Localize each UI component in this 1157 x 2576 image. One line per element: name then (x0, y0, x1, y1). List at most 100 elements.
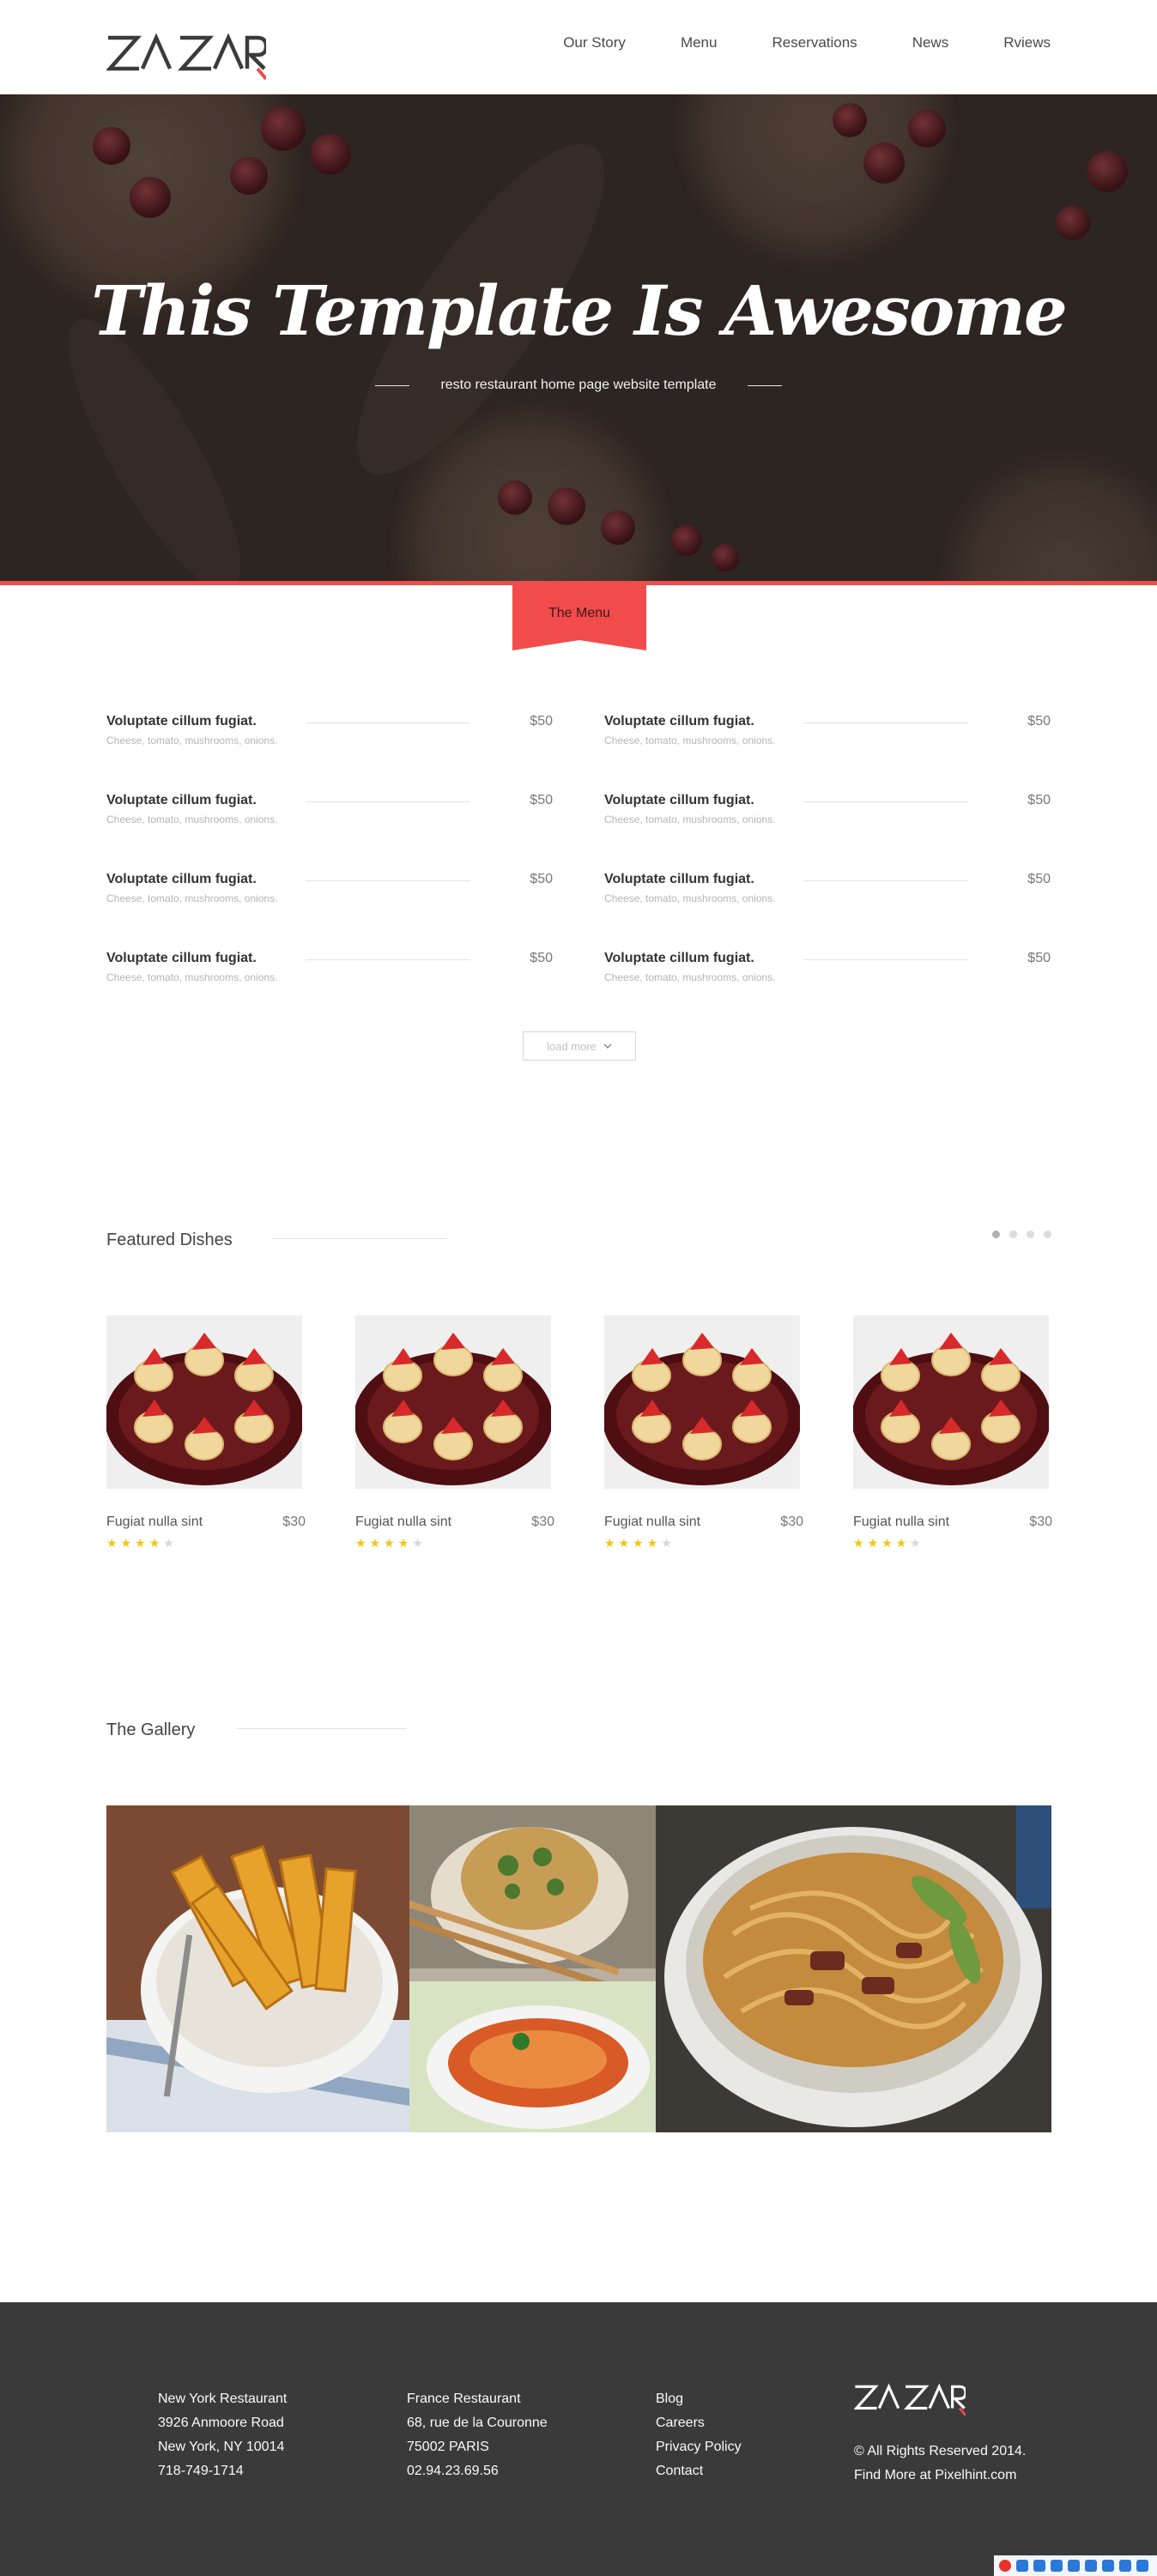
nav-our-story[interactable]: Our Story (563, 34, 626, 51)
footer-text: New York Restaurant (158, 2392, 288, 2406)
nav-news[interactable]: News (912, 34, 949, 51)
footer-address-ny: New York Restaurant 3926 Anmoore Road Ne… (158, 2387, 287, 2483)
menu-item: Voluptate cillum fugiat. Cheese, tomato,… (604, 793, 1051, 836)
star-rating: ★ ★ ★ ★ ★ (604, 1537, 672, 1549)
hero-subtitle-row: resto restaurant home page website templ… (0, 378, 1157, 393)
menu-item-description: Cheese, tomato, mushrooms, onions. (604, 813, 776, 825)
ime-toolbar (994, 2555, 1157, 2576)
divider (375, 384, 410, 386)
microphone-icon[interactable] (1068, 2560, 1080, 2572)
dish-image (853, 1315, 1049, 1489)
ime-logo-icon[interactable] (999, 2560, 1011, 2572)
dish-name: Fugiat nulla sint (604, 1515, 701, 1529)
star-icon: ★ (384, 1536, 395, 1550)
menu-item-description: Cheese, tomato, mushrooms, onions. (604, 971, 776, 983)
menu-item-name: Voluptate cillum fugiat. (604, 872, 754, 886)
keyboard-icon[interactable] (1085, 2560, 1097, 2572)
menu-item: Voluptate cillum fugiat. Cheese, tomato,… (604, 714, 1051, 757)
dish-card[interactable]: Fugiat nulla sint $30 ★ ★ ★ ★ ★ (355, 1315, 554, 1556)
nav-menu-link[interactable]: Menu (681, 34, 718, 51)
gallery-image[interactable] (106, 1805, 409, 2132)
menu-item-name: Voluptate cillum fugiat. (106, 951, 257, 965)
menu-item-description: Cheese, tomato, mushrooms, onions. (604, 892, 776, 904)
pixelhint-link[interactable]: Find More at Pixelhint.com (854, 2464, 1026, 2488)
dish-price: $30 (531, 1515, 554, 1529)
grid-icon[interactable] (1136, 2560, 1148, 2572)
dish-image (106, 1315, 302, 1489)
menu-item: Voluptate cillum fugiat. Cheese, tomato,… (106, 872, 553, 915)
star-icon: ★ (604, 1536, 615, 1550)
load-more-button[interactable]: load more (523, 1031, 636, 1061)
menu-item-name: Voluptate cillum fugiat. (604, 714, 754, 729)
star-icon: ★ (881, 1536, 893, 1550)
footer-link-careers[interactable]: Careers (656, 2411, 742, 2435)
carousel-dot[interactable] (992, 1231, 1000, 1238)
menu-item-price: $50 (530, 951, 553, 965)
star-icon: ★ (867, 1536, 879, 1550)
star-icon: ★ (148, 1536, 161, 1550)
menu-tab-label: The Menu (548, 606, 611, 620)
gallery-grid (106, 1805, 1051, 2132)
menu-item-price: $50 (1027, 872, 1051, 886)
star-icon: ★ (618, 1536, 630, 1550)
gallery-image[interactable] (409, 1805, 656, 2132)
nav-menu: Our Story Menu Reservations News Rviews (508, 34, 1051, 51)
star-empty-icon: ★ (910, 1536, 921, 1550)
carousel-dot[interactable] (1009, 1231, 1017, 1238)
star-icon: ★ (369, 1536, 381, 1550)
carousel-dots (992, 1231, 1051, 1238)
ime-moon-icon[interactable] (1033, 2560, 1045, 2572)
divider (273, 1238, 446, 1239)
menu-item-description: Cheese, tomato, mushrooms, onions. (106, 892, 278, 904)
star-empty-icon: ★ (661, 1536, 672, 1550)
footer-copyright: © All Rights Reserved 2014. Find More at… (854, 2440, 1026, 2488)
divider (803, 880, 968, 881)
gallery-image[interactable] (656, 1805, 1051, 2132)
dish-price: $30 (780, 1515, 803, 1529)
menu-item-description: Cheese, tomato, mushrooms, onions. (106, 735, 278, 747)
user-icon[interactable] (1102, 2560, 1114, 2572)
star-icon: ★ (135, 1536, 146, 1550)
carousel-dot[interactable] (1027, 1231, 1034, 1238)
logo[interactable] (106, 31, 266, 81)
dish-card[interactable]: Fugiat nulla sint $30 ★ ★ ★ ★ ★ (853, 1315, 1052, 1556)
footer-logo[interactable] (854, 2379, 966, 2419)
load-more-label: load more (547, 1039, 597, 1053)
nav-reservations[interactable]: Reservations (772, 34, 857, 51)
menu-item-description: Cheese, tomato, mushrooms, onions. (106, 813, 278, 825)
menu-item-name: Voluptate cillum fugiat. (106, 793, 257, 807)
dish-price: $30 (282, 1515, 306, 1529)
dish-name: Fugiat nulla sint (106, 1515, 203, 1529)
top-navigation: Our Story Menu Reservations News Rviews (0, 0, 1157, 94)
ime-punctuation-icon[interactable] (1051, 2560, 1063, 2572)
dish-name: Fugiat nulla sint (853, 1515, 950, 1529)
divider (306, 959, 470, 960)
footer-phone: 02.94.23.69.56 (407, 2464, 499, 2478)
star-icon: ★ (646, 1536, 658, 1550)
hero-banner: This Template Is Awesome resto restauran… (0, 94, 1157, 584)
ime-chinese-icon[interactable] (1016, 2560, 1028, 2572)
hero-subtitle: resto restaurant home page website templ… (440, 378, 717, 392)
menu-item: Voluptate cillum fugiat. Cheese, tomato,… (106, 793, 553, 836)
divider (306, 880, 470, 881)
menu-item-price: $50 (530, 872, 553, 886)
star-empty-icon: ★ (163, 1536, 174, 1550)
menu-item: Voluptate cillum fugiat. Cheese, tomato,… (106, 951, 553, 994)
footer-link-contact[interactable]: Contact (656, 2459, 742, 2483)
menu-item-name: Voluptate cillum fugiat. (604, 951, 754, 965)
nav-reviews[interactable]: Rviews (1003, 34, 1051, 51)
footer-text: 68, rue de la Couronne (407, 2416, 548, 2430)
dish-card[interactable]: Fugiat nulla sint $30 ★ ★ ★ ★ ★ (106, 1315, 306, 1556)
menu-item-description: Cheese, tomato, mushrooms, onions. (604, 735, 776, 747)
carousel-dot[interactable] (1044, 1231, 1051, 1238)
dish-card[interactable]: Fugiat nulla sint $30 ★ ★ ★ ★ ★ (604, 1315, 803, 1556)
footer-link-blog[interactable]: Blog (656, 2387, 742, 2411)
dish-image (604, 1315, 800, 1489)
menu-item: Voluptate cillum fugiat. Cheese, tomato,… (106, 714, 553, 757)
menu-section-tab: The Menu (512, 584, 646, 650)
star-rating: ★ ★ ★ ★ ★ (106, 1537, 174, 1549)
shirt-icon[interactable] (1119, 2560, 1131, 2572)
footer-text: New York, NY 10014 (158, 2440, 285, 2454)
star-rating: ★ ★ ★ ★ ★ (355, 1537, 423, 1549)
footer-link-privacy[interactable]: Privacy Policy (656, 2435, 742, 2459)
